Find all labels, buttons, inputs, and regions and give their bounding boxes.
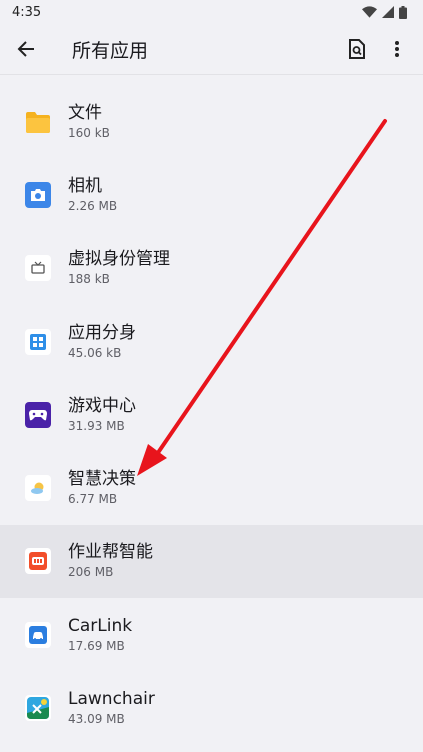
app-size: 17.69 MB (68, 638, 125, 653)
app-name: 应用分身 (68, 322, 136, 343)
app-size: 43.09 MB (68, 712, 125, 727)
app-item-carlink[interactable]: CarLink 17.69 MB (0, 598, 423, 671)
app-name: 作业帮智能 (68, 542, 153, 563)
app-item-smart-decision[interactable]: 智慧决策 6.77 MB (0, 451, 423, 524)
app-name: 智慧决策 (68, 469, 136, 490)
app-item-game-center[interactable]: 游戏中心 31.93 MB (0, 378, 423, 451)
folder-icon (25, 109, 51, 135)
arrow-left-icon (17, 41, 34, 57)
app-size: 45.06 kB (68, 345, 122, 360)
battery-icon (399, 5, 407, 19)
app-size: 6.77 MB (68, 492, 118, 507)
app-item-virtual-identity[interactable]: 虚拟身份管理 188 kB (0, 232, 423, 305)
more-options-button[interactable] (377, 29, 417, 69)
back-button[interactable] (6, 29, 46, 69)
app-name: 游戏中心 (68, 395, 136, 416)
app-name: Lawnchair (68, 689, 155, 710)
app-size: 188 kB (68, 272, 110, 287)
app-name: 相机 (68, 175, 102, 196)
status-icons (362, 5, 407, 19)
app-grid-icon (25, 328, 51, 355)
car-icon (25, 621, 51, 648)
app-name: CarLink (68, 615, 133, 636)
app-item-camera[interactable]: 相机 2.26 MB (0, 158, 423, 231)
gamepad-icon (25, 401, 51, 428)
status-bar: 4:35 (0, 0, 423, 24)
app-item-lawnchair[interactable]: Lawnchair 43.09 MB (0, 671, 423, 744)
more-vert-icon (395, 41, 399, 57)
app-name: 文件 (68, 102, 102, 123)
page-title: 所有应用 (72, 39, 149, 62)
search-app-button[interactable] (337, 29, 377, 69)
app-list: 文件 160 kB 相机 2.26 MB 虚拟身份管理 188 kB 应用分身 … (0, 85, 423, 745)
doc-search-icon (349, 39, 365, 59)
app-bar: 所有应用 (0, 24, 423, 74)
app-size: 31.93 MB (68, 418, 125, 433)
weather-icon (25, 475, 51, 502)
tv-icon (25, 255, 51, 282)
app-item-app-clone[interactable]: 应用分身 45.06 kB (0, 305, 423, 378)
lawnchair-icon (25, 695, 51, 722)
signal-icon (382, 6, 394, 18)
app-item-zuoyebang[interactable]: 作业帮智能 206 MB (0, 524, 423, 599)
app-size: 160 kB (68, 125, 110, 140)
app-bar-divider (0, 74, 423, 75)
app-size: 206 MB (68, 565, 114, 580)
app-name: 虚拟身份管理 (68, 249, 170, 270)
camera-icon (25, 181, 51, 208)
wifi-icon (362, 6, 377, 18)
zuoyebang-icon (25, 548, 51, 575)
app-item-files[interactable]: 文件 160 kB (0, 85, 423, 158)
status-time: 4:35 (12, 4, 42, 20)
app-size: 2.26 MB (68, 198, 118, 213)
